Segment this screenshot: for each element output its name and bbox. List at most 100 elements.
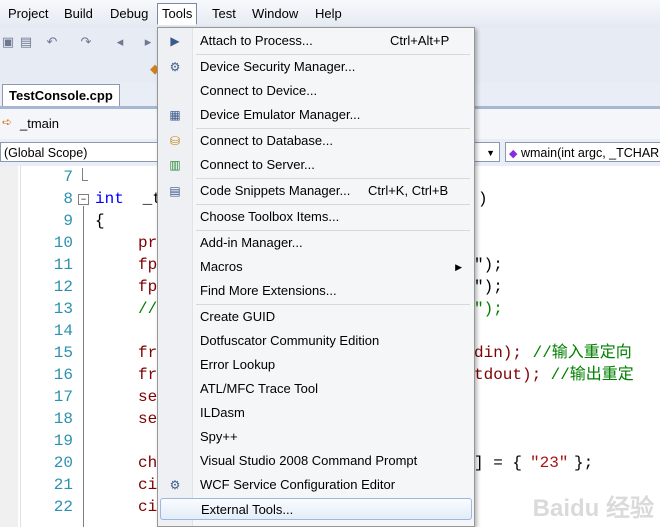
watermark: Baidu 经验 — [532, 495, 654, 522]
redo-icon[interactable]: ↷ — [78, 34, 94, 50]
menu-item-connect-to-server[interactable]: ▥ Connect to Server... — [160, 154, 472, 176]
menu-item-label: ATL/MFC Trace Tool — [200, 381, 318, 396]
menu-item-attach-to-process[interactable]: ▶ Attach to Process... Ctrl+Alt+P — [160, 30, 472, 52]
menu-item-wcf-service-configuration-editor[interactable]: ⚙ WCF Service Configuration Editor — [160, 474, 472, 496]
menu-item-label: Dotfuscator Community Edition — [200, 333, 380, 348]
menu-item-device-security-manager[interactable]: ⚙ Device Security Manager... — [160, 56, 472, 78]
member-combo-value: wmain(int argc, _TCHAR — [520, 146, 660, 160]
menu-tools[interactable]: Tools — [157, 3, 198, 25]
code-fragment: "); — [474, 300, 503, 318]
undo-icon[interactable]: ↶ — [44, 34, 60, 50]
menu-item-label: Attach to Process... — [200, 33, 313, 48]
line-number: 20 — [53, 454, 73, 472]
line-number: 12 — [53, 278, 73, 296]
code-line-22: ci — [138, 498, 158, 516]
code-line-8: int — [95, 190, 124, 208]
menu-item-label: Create GUID — [200, 309, 276, 324]
code-fragment: }; — [574, 454, 594, 472]
save-all-icon[interactable]: ▣ — [0, 34, 16, 50]
line-number: 8 — [63, 190, 73, 208]
menu-item-dotfuscator[interactable]: Dotfuscator Community Edition — [160, 330, 472, 352]
menu-item-device-emulator-manager[interactable]: ▦ Device Emulator Manager... — [160, 104, 472, 126]
menu-item-label: Macros — [200, 259, 243, 274]
line-number: 18 — [53, 410, 73, 428]
code-comment: //输出重定 — [541, 366, 634, 384]
menu-item-ildasm[interactable]: ILDasm — [160, 402, 472, 424]
collapse-icon[interactable]: − — [78, 194, 89, 205]
menu-build[interactable]: Build — [60, 5, 97, 23]
menu-item-choose-toolbox-items[interactable]: Choose Toolbox Items... — [160, 206, 472, 228]
tools-menu: ▶ Attach to Process... Ctrl+Alt+P ⚙ Devi… — [157, 27, 475, 527]
code-string: "23" — [530, 454, 569, 472]
navigate-back-icon[interactable]: ◂ — [112, 34, 128, 50]
menu-item-create-guid[interactable]: Create GUID — [160, 306, 472, 328]
menu-item-connect-to-device[interactable]: Connect to Device... — [160, 80, 472, 102]
menu-item-vs2008-command-prompt[interactable]: Visual Studio 2008 Command Prompt — [160, 450, 472, 472]
scope-combo-value: (Global Scope) — [4, 146, 88, 160]
line-number: 22 — [53, 498, 73, 516]
menu-item-macros[interactable]: Macros ▶ — [160, 256, 472, 278]
code-fragment: din); — [474, 344, 523, 362]
line-number: 11 — [53, 256, 73, 274]
menu-item-label: Connect to Server... — [200, 157, 315, 172]
menu-item-add-in-manager[interactable]: Add-in Manager... — [160, 232, 472, 254]
line-number: 10 — [53, 234, 73, 252]
code-line-20: ch — [138, 454, 158, 472]
menu-item-label: Error Lookup — [200, 357, 276, 372]
code-line-11: fp — [138, 256, 158, 274]
menu-help[interactable]: Help — [311, 5, 346, 23]
menu-item-shortcut: Ctrl+Alt+P — [390, 33, 450, 48]
snippets-icon: ▤ — [169, 184, 181, 198]
tab-testconsole-cpp[interactable]: TestConsole.cpp — [2, 84, 120, 107]
menu-window[interactable]: Window — [248, 5, 302, 23]
line-number: 19 — [53, 432, 73, 450]
menu-item-label: External Tools... — [201, 502, 294, 517]
code-line-15: fr — [138, 344, 158, 362]
member-combo[interactable]: ◆ wmain(int argc, _TCHAR — [505, 142, 660, 162]
code-fragment: ) — [478, 190, 488, 208]
fold-line — [82, 168, 88, 181]
current-function-label: _tmain — [20, 116, 60, 131]
menu-item-label: Connect to Device... — [200, 83, 318, 98]
menu-item-shortcut: Ctrl+K, Ctrl+B — [368, 183, 449, 198]
menu-item-label: WCF Service Configuration Editor — [200, 477, 396, 492]
menu-test[interactable]: Test — [208, 5, 240, 23]
line-number: 13 — [53, 300, 73, 318]
code-fragment: tdout); — [474, 366, 542, 384]
line-number: 14 — [53, 322, 73, 340]
code-line-21: ci — [138, 476, 158, 494]
menu-item-external-tools[interactable]: External Tools... — [160, 498, 472, 520]
menu-item-atl-mfc-trace-tool[interactable]: ATL/MFC Trace Tool — [160, 378, 472, 400]
submenu-arrow-icon: ▶ — [455, 262, 462, 272]
editor-gutter — [0, 166, 18, 527]
menu-debug[interactable]: Debug — [106, 5, 152, 23]
menu-item-find-more-extensions[interactable]: Find More Extensions... — [160, 280, 472, 302]
line-number: 7 — [63, 168, 73, 186]
line-number: 16 — [53, 366, 73, 384]
menu-item-connect-to-database[interactable]: ⛁ Connect to Database... — [160, 130, 472, 152]
chevron-down-icon[interactable]: ▼ — [486, 143, 495, 161]
paste-icon[interactable]: ▤ — [18, 34, 34, 50]
menu-project[interactable]: Project — [4, 5, 52, 23]
code-line-12: fp — [138, 278, 158, 296]
line-number: 9 — [63, 212, 73, 230]
line-number: 15 — [53, 344, 73, 362]
menu-item-label: Device Emulator Manager... — [200, 107, 361, 122]
code-line-10: pr — [138, 234, 158, 252]
navigate-forward-icon[interactable]: ▸ — [140, 34, 156, 50]
device-security-icon: ⚙ — [169, 60, 181, 74]
menu-item-code-snippets-manager[interactable]: ▤ Code Snippets Manager... Ctrl+K, Ctrl+… — [160, 180, 472, 202]
menu-item-label: Choose Toolbox Items... — [200, 209, 340, 224]
code-comment: //输入重定向 — [523, 344, 632, 362]
wcf-icon: ⚙ — [169, 478, 181, 492]
menu-item-label: Connect to Database... — [200, 133, 333, 148]
code-line-9: { — [95, 212, 105, 230]
code-line-16: fr — [138, 366, 158, 384]
line-number: 17 — [53, 388, 73, 406]
menu-item-label: Visual Studio 2008 Command Prompt — [200, 453, 418, 468]
menu-item-error-lookup[interactable]: Error Lookup — [160, 354, 472, 376]
menu-item-spy-plus-plus[interactable]: Spy++ — [160, 426, 472, 448]
menu-item-label: Add-in Manager... — [200, 235, 303, 250]
function-arrow-icon: ➪ — [2, 115, 13, 129]
menu-bar: Project Build Debug Tools Test Window He… — [0, 0, 660, 28]
